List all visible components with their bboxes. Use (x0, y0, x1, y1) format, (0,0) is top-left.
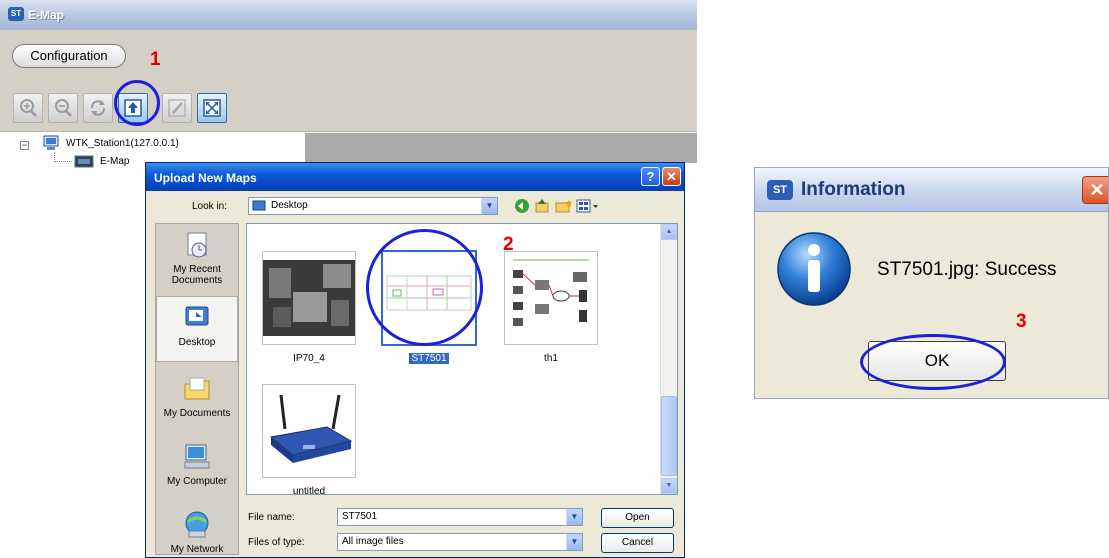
file-name-label: File name: (248, 512, 295, 523)
file-name-ip70-4[interactable]: IP70_4 (262, 353, 356, 364)
desktop-small-icon (252, 200, 266, 211)
annotation-ring-step2 (366, 229, 483, 346)
files-of-type-select[interactable]: All image files ▼ (337, 533, 583, 551)
file-thumbnail-untitled[interactable] (262, 384, 356, 478)
tree-node-station[interactable]: WTK_Station1(127.0.0.1) (66, 138, 179, 149)
places-bar: My Recent Documents Desktop My Documents… (155, 223, 239, 555)
file-name-value: ST7501 (342, 511, 378, 522)
scroll-thumb[interactable] (661, 396, 677, 476)
close-button[interactable]: ✕ (662, 167, 681, 186)
files-of-type-value: All image files (342, 536, 404, 547)
help-button[interactable]: ? (641, 167, 660, 186)
network-diagram-thumbnail (513, 259, 589, 326)
chevron-down-icon: ▼ (481, 198, 497, 214)
emap-titlebar: ST E-Map (0, 0, 697, 30)
chevron-down-icon[interactable]: ▼ (566, 509, 582, 525)
files-of-type-label: Files of type: (248, 537, 305, 548)
file-name-th1[interactable]: th1 (504, 353, 598, 364)
emap-title: E-Map (28, 8, 64, 22)
configuration-button[interactable]: Configuration (12, 44, 126, 68)
tree-connector (54, 152, 72, 162)
router-photo-thumbnail (269, 394, 353, 463)
info-message: ST7501.jpg: Success (877, 259, 1057, 280)
fit-to-window-button[interactable] (197, 93, 227, 123)
look-in-select[interactable]: Desktop ▼ (248, 197, 498, 215)
recent-documents-icon (182, 230, 212, 260)
edit-icon (168, 99, 186, 117)
emap-toolbar: Configuration (0, 30, 697, 132)
place-my-network[interactable]: My Network (156, 510, 238, 555)
chevron-down-icon[interactable]: ▼ (566, 534, 582, 550)
information-titlebar: ST Information ✕ (755, 168, 1108, 212)
emap-folder-icon (74, 155, 94, 168)
camera-photo-thumbnail (263, 260, 355, 336)
fit-to-window-icon (203, 99, 221, 117)
zoom-in-button[interactable] (13, 93, 43, 123)
scroll-down-icon[interactable]: ▼ (661, 478, 677, 494)
my-network-icon (182, 510, 212, 540)
place-label: Desktop (178, 337, 216, 348)
file-name-untitled[interactable]: untitled (262, 486, 356, 497)
tree-node-emap[interactable]: E-Map (100, 156, 129, 167)
cancel-button[interactable]: Cancel (601, 533, 674, 553)
place-label: My Network (170, 544, 224, 555)
view-menu-icon[interactable] (576, 198, 600, 214)
annotation-step3: 3 (1016, 311, 1027, 332)
look-in-value: Desktop (271, 200, 308, 211)
upload-dialog-title: Upload New Maps (154, 171, 257, 185)
back-icon[interactable] (514, 198, 530, 214)
map-view-area[interactable] (305, 133, 697, 163)
annotation-ring-step1 (114, 80, 160, 126)
place-label: My Computer (166, 476, 227, 487)
scroll-up-icon[interactable]: ▲ (661, 224, 677, 240)
place-label: My Documents (163, 408, 231, 419)
look-in-label: Look in: (192, 201, 228, 212)
zoom-out-button[interactable] (48, 93, 78, 123)
file-thumbnail-ip70-4[interactable] (262, 251, 356, 345)
zoom-out-icon (55, 99, 72, 117)
up-folder-icon[interactable] (534, 198, 550, 214)
information-title: Information (801, 179, 906, 200)
place-desktop[interactable]: Desktop (156, 296, 238, 362)
upload-new-maps-dialog: Upload New Maps ? ✕ Look in: Desktop ▼ M… (145, 162, 685, 558)
zoom-in-icon (20, 99, 37, 117)
annotation-step1: 1 (150, 49, 161, 70)
tree-collapse-toggle[interactable]: − (20, 141, 29, 150)
refresh-button[interactable] (83, 93, 113, 123)
file-name-input[interactable]: ST7501 ▼ (337, 508, 583, 526)
place-my-documents[interactable]: My Documents (156, 374, 238, 419)
file-thumbnail-th1[interactable] (504, 251, 598, 345)
annotation-step2: 2 (503, 234, 514, 255)
info-icon (777, 232, 851, 306)
open-button[interactable]: Open (601, 508, 674, 528)
my-documents-icon (182, 374, 212, 404)
my-computer-icon (182, 442, 212, 472)
place-recent-documents[interactable]: My Recent Documents (156, 230, 238, 286)
st-logo-icon: ST (767, 180, 793, 200)
place-label: My Recent Documents (171, 264, 223, 286)
place-my-computer[interactable]: My Computer (156, 442, 238, 487)
file-name-st7501[interactable]: ST7501 (382, 353, 476, 364)
computer-station-icon (43, 135, 59, 150)
desktop-icon (182, 303, 212, 333)
refresh-icon (90, 100, 106, 116)
file-list-scrollbar[interactable]: ▲ ▼ (660, 224, 677, 494)
annotation-ring-step3 (860, 334, 1006, 390)
upload-dialog-titlebar: Upload New Maps ? ✕ (146, 163, 684, 191)
edit-button[interactable] (162, 93, 192, 123)
info-close-button[interactable]: ✕ (1082, 176, 1108, 204)
new-folder-icon[interactable] (554, 198, 572, 214)
st-logo-icon: ST (8, 7, 24, 21)
